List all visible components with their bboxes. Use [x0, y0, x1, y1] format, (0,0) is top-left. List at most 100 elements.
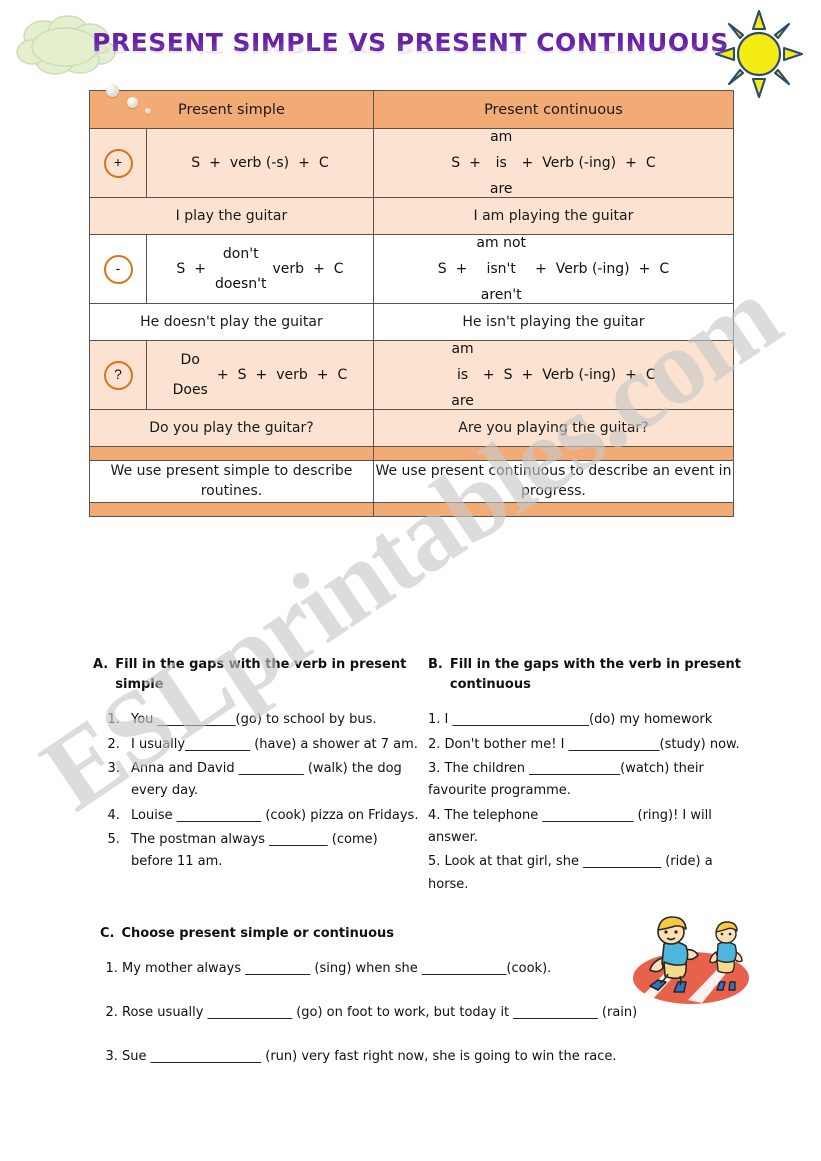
formula-token: verb	[272, 261, 305, 277]
affirmative-example-row: I play the guitar I am playing the guita…	[89, 197, 735, 235]
exercise-b-list: 1. I _____________________(do) my homewo…	[428, 709, 748, 896]
formula-plus: +	[625, 155, 637, 171]
aux-option: is	[456, 367, 469, 383]
list-item[interactable]: I usually__________ (have) a shower at 7…	[124, 734, 423, 756]
exercise-b-letter: B.	[428, 657, 443, 672]
formula-token: S	[437, 261, 447, 277]
bubble-decoration	[127, 97, 138, 108]
example-simple-question: Do you play the guitar?	[89, 409, 374, 447]
summary-row: We use present simple to describe routin…	[89, 460, 735, 503]
list-item[interactable]: 1. I _____________________(do) my homewo…	[428, 709, 748, 731]
formula-plus: +	[313, 261, 325, 277]
aux-option: am	[451, 341, 474, 357]
orange-strip-top	[89, 446, 735, 461]
aux-option: am	[490, 129, 513, 145]
example-simple-affirmative: I play the guitar	[89, 197, 374, 235]
formula-plus: +	[521, 367, 534, 383]
formula-token: S	[237, 367, 247, 383]
aux-option: isn't	[486, 261, 516, 277]
exercise-columns: A. Fill in the gaps with the verb in pre…	[0, 655, 821, 898]
question-symbol-cell: ?	[89, 340, 147, 410]
list-item[interactable]: 2. Don't bother me! I ______________(stu…	[428, 734, 748, 756]
minus-symbol-badge: -	[103, 254, 133, 284]
formula-plus: +	[535, 261, 547, 277]
grammar-comparison-table: Present simple Present continuous + S + …	[89, 90, 735, 517]
question-example-row: Do you play the guitar? Are you playing …	[89, 409, 735, 447]
exercise-b: B. Fill in the gaps with the verb in pre…	[428, 655, 748, 898]
question-continuous-formula: am is are + S + Verb (-ing) + C	[372, 340, 735, 410]
formula-plus: +	[209, 155, 221, 171]
exercise-a-list: You ____________(go) to school by bus. I…	[93, 709, 423, 874]
formula-token: Verb (-ing)	[555, 261, 630, 277]
aux-option: are	[489, 181, 513, 197]
exercises-section: A. Fill in the gaps with the verb in pre…	[0, 655, 821, 1091]
formula-token: C	[337, 367, 348, 383]
formula-plus: +	[194, 261, 206, 277]
question-symbol-badge: ?	[103, 360, 133, 390]
aux-stack: am is are	[490, 129, 513, 197]
formula-plus: +	[469, 155, 481, 171]
formula-plus: +	[316, 367, 329, 383]
list-item[interactable]: Anna and David __________ (walk) the dog…	[124, 758, 423, 803]
list-item[interactable]: Sue _________________ (run) very fast ri…	[122, 1047, 740, 1068]
example-continuous-question: Are you playing the guitar?	[372, 409, 735, 447]
formula-token: S	[451, 155, 461, 171]
question-simple-formula: Do Does + S + verb + C	[146, 340, 374, 410]
formula-plus: +	[255, 367, 268, 383]
formula-plus: +	[216, 367, 229, 383]
formula-plus: +	[625, 367, 637, 383]
formula-token: C	[318, 155, 329, 171]
plus-symbol-badge: +	[103, 148, 133, 178]
question-formula-row: ? Do Does + S + verb + C am is are + S +…	[89, 340, 735, 410]
strip-right	[372, 446, 735, 461]
exercise-b-heading: B. Fill in the gaps with the verb in pre…	[428, 655, 748, 695]
aux-option: Does	[172, 382, 208, 398]
strip-left	[89, 501, 374, 517]
formula-token: C	[645, 155, 656, 171]
strip-left	[89, 446, 374, 461]
aux-option: doesn't	[214, 276, 267, 292]
example-continuous-negative: He isn't playing the guitar	[372, 303, 735, 341]
formula-plus: +	[482, 367, 495, 383]
aux-option: are	[451, 393, 474, 409]
list-item[interactable]: 5. Look at that girl, she ____________ (…	[428, 851, 748, 896]
formula-token: verb (-s)	[229, 155, 290, 171]
formula-plus: +	[638, 261, 651, 277]
aux-stack: am is are	[451, 341, 474, 409]
list-item[interactable]: Louise _____________ (cook) pizza on Fri…	[124, 805, 423, 827]
negative-symbol-cell: -	[89, 234, 147, 304]
formula-token: C	[659, 261, 670, 277]
affirmative-continuous-formula: S + am is are + Verb (-ing) + C	[372, 128, 735, 198]
exercise-a-heading-text: Fill in the gaps with the verb in presen…	[115, 657, 407, 693]
negative-continuous-formula: S + am not isn't aren't + Verb (-ing) + …	[372, 234, 735, 304]
formula-token: S	[191, 155, 201, 171]
example-simple-negative: He doesn't play the guitar	[89, 303, 374, 341]
list-item[interactable]: The postman always _________ (come) befo…	[124, 829, 423, 874]
strip-right	[372, 501, 735, 517]
page-header: PRESENT SIMPLE VS PRESENT CONTINUOUS PRE…	[0, 0, 821, 99]
aux-option: don't	[222, 246, 259, 262]
list-item[interactable]: 3. The children ______________(watch) th…	[428, 758, 748, 803]
list-item[interactable]: You ____________(go) to school by bus.	[124, 709, 423, 731]
exercise-a-letter: A.	[93, 657, 109, 672]
aux-option: aren't	[480, 287, 522, 303]
list-item[interactable]: Rose usually _____________ (go) on foot …	[122, 1003, 740, 1024]
affirmative-symbol-cell: +	[89, 128, 147, 198]
negative-simple-formula: S + don't doesn't verb + C	[146, 234, 374, 304]
list-item[interactable]: 4. The telephone ______________ (ring)! …	[428, 805, 748, 850]
formula-token: C	[645, 367, 656, 383]
aux-stack: don't doesn't	[215, 246, 267, 292]
formula-token: S	[503, 367, 513, 383]
formula-plus: +	[521, 155, 534, 171]
bubble-decoration	[145, 108, 151, 114]
negative-formula-row: - S + don't doesn't verb + C S + am not …	[89, 234, 735, 304]
exercise-a: A. Fill in the gaps with the verb in pre…	[93, 655, 423, 898]
aux-option: am not	[476, 235, 527, 251]
aux-stack: Do Does	[173, 352, 208, 398]
orange-strip-bottom	[89, 501, 735, 517]
negative-example-row: He doesn't play the guitar He isn't play…	[89, 303, 735, 341]
exercise-c-letter: C.	[100, 926, 115, 942]
formula-token: C	[333, 261, 344, 277]
aux-stack: am not isn't aren't	[476, 235, 526, 303]
running-boys-icon	[628, 908, 754, 1006]
